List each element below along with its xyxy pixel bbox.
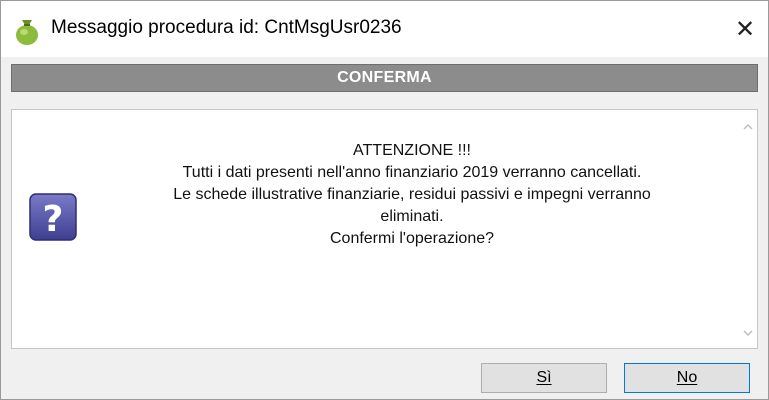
svg-text:?: ? [43,199,64,240]
close-icon: ✕ [734,15,756,43]
message-text: ATTENZIONE !!! Tutti i dati presenti nel… [102,140,722,250]
chevron-down-icon[interactable] [739,324,757,342]
vertical-scrollbar[interactable] [739,110,757,348]
message-panel: ? ATTENZIONE !!! Tutti i dati presenti n… [11,109,758,349]
yes-button[interactable]: Sì [481,363,607,393]
banner-label: CONFERMA [337,69,432,86]
close-button[interactable]: ✕ [722,1,768,57]
message-line: Tutti i dati presenti nell'anno finanzia… [182,164,642,181]
message-dialog: Messaggio procedura id: CntMsgUsr0236 ✕ … [0,0,769,400]
message-line: ATTENZIONE !!! [353,142,471,159]
title-bar[interactable]: Messaggio procedura id: CntMsgUsr0236 ✕ [1,1,768,57]
yes-button-label: Sì [536,369,552,386]
question-mark-icon: ? [29,193,77,241]
window-title: Messaggio procedura id: CntMsgUsr0236 [51,17,402,38]
message-line: eliminati. [380,208,444,225]
message-line: Le schede illustrative finanziarie, resi… [173,186,651,203]
no-button[interactable]: No [624,363,750,393]
chevron-up-icon[interactable] [739,118,757,136]
message-line: Confermi l'operazione? [329,230,495,247]
confirm-banner: CONFERMA [11,64,758,92]
no-button-label: No [676,369,698,386]
money-bag-icon [16,20,38,45]
